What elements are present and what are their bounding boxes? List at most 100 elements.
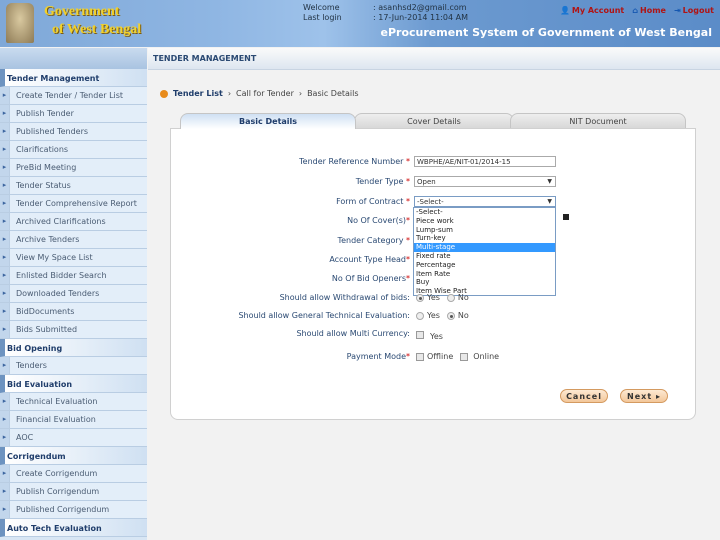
sidebar-item[interactable]: ▸ BidDocuments (0, 303, 147, 321)
multi-currency-checkbox[interactable] (416, 331, 424, 339)
cancel-button[interactable]: Cancel (560, 389, 608, 403)
yes-label: Yes (430, 332, 443, 341)
yes-label: Yes (427, 311, 440, 320)
state-emblem-logo (6, 3, 34, 43)
withdrawal-yes-radio[interactable] (416, 293, 424, 302)
tender-ref-input[interactable]: WBPHE/AE/NIT-01/2014-15 (414, 156, 556, 167)
sidebar-item[interactable]: ▸ Tenders (0, 357, 147, 375)
withdrawal-no-radio[interactable] (446, 293, 455, 302)
my-account-label: My Account (571, 6, 625, 15)
tab-nit-document[interactable]: NIT Document (510, 113, 686, 129)
sidebar-item[interactable]: ▸ Bids Submitted (0, 321, 147, 339)
bullet-icon: ▸ (0, 411, 9, 428)
bullet-icon: ▸ (0, 213, 9, 230)
sidebar-item[interactable]: ▸ Published Corrigendum (0, 501, 147, 519)
bullet-icon: ▸ (0, 195, 9, 212)
sidebar-section-header[interactable]: Bid Evaluation (0, 375, 147, 393)
dropdown-option[interactable]: -Select- (414, 208, 555, 217)
sidebar-item[interactable]: ▸ Archive Tenders (0, 231, 147, 249)
dropdown-option[interactable]: Percentage (414, 261, 555, 270)
bullet-icon: ▸ (0, 87, 9, 104)
breadcrumb-call-for-tender[interactable]: Call for Tender (236, 89, 294, 98)
sidebar-item-label: Downloaded Tenders (9, 285, 147, 302)
sidebar-item[interactable]: ▸ Published Tenders (0, 123, 147, 141)
dropdown-option[interactable]: Fixed rate (414, 252, 555, 261)
calendar-icon[interactable] (563, 214, 569, 220)
dropdown-option[interactable]: Item Rate (414, 270, 555, 279)
logout-icon: ⇥ (673, 6, 681, 15)
account-label: Account Type Head* (329, 255, 410, 264)
dropdown-option[interactable]: Buy (414, 278, 555, 287)
sidebar-item-label: Publish Corrigendum (9, 483, 147, 500)
sidebar-section-header[interactable]: Corrigendum (0, 447, 147, 465)
sidebar-item[interactable]: ▸ Publish Tender (0, 105, 147, 123)
separator-icon: › (227, 89, 232, 98)
dropdown-option[interactable]: Turn-key (414, 234, 555, 243)
sidebar-item[interactable]: ▸ Clarifications (0, 141, 147, 159)
sidebar-item[interactable]: ▸ Archived Clarifications (0, 213, 147, 231)
dropdown-option[interactable]: Piece work (414, 217, 555, 226)
sidebar-section-header[interactable]: Tender Management (0, 69, 147, 87)
sidebar-top (0, 48, 147, 69)
offline-checkbox[interactable] (416, 352, 424, 361)
offline-label: Offline (427, 352, 454, 361)
tab-cover-details[interactable]: Cover Details (354, 113, 514, 129)
bullet-icon: ▸ (0, 429, 9, 446)
logout-link[interactable]: ⇥ Logout (674, 6, 714, 15)
sidebar-section-header[interactable]: Bid Opening (0, 339, 147, 357)
bullet-icon: ▸ (0, 483, 9, 500)
sidebar-item-label: Tenders (9, 357, 147, 374)
form-of-contract-select[interactable]: -Select- (414, 196, 556, 207)
breadcrumb-basic-details: Basic Details (307, 89, 359, 98)
sidebar-item-label: Technical Evaluation (9, 393, 147, 410)
gte-yes-radio[interactable] (416, 311, 424, 320)
logout-label: Logout (682, 6, 714, 15)
user-icon: 👤 (559, 6, 570, 15)
sidebar-item[interactable]: ▸ Financial Evaluation (0, 411, 147, 429)
online-checkbox[interactable] (460, 352, 469, 361)
no-label: No (457, 311, 469, 320)
sidebar-item-label: Create Corrigendum (9, 465, 147, 482)
sidebar-item-label: AOC (9, 429, 147, 446)
sidebar-section-header[interactable]: Auto Tech Evaluation (0, 519, 147, 537)
my-account-link[interactable]: 👤 My Account (560, 6, 624, 15)
home-icon: ⌂ (632, 6, 638, 15)
gte-label: Should allow General Technical Evaluatio… (238, 311, 410, 320)
logo-line1: Government (44, 4, 120, 19)
dropdown-option[interactable]: Lump-sum (414, 226, 555, 235)
welcome-value: : asanhsd2@gmail.com (373, 3, 467, 12)
system-name: eProcurement System of Government of Wes… (380, 26, 712, 39)
online-label: Online (473, 352, 500, 361)
no-label: No (457, 293, 469, 302)
tab-basic-details[interactable]: Basic Details (180, 113, 356, 129)
sidebar-item[interactable]: ▸ View My Space List (0, 249, 147, 267)
breadcrumb: Tender List › Call for Tender › Basic Deta… (160, 89, 359, 98)
sidebar-item[interactable]: ▸ Publish Corrigendum (0, 483, 147, 501)
home-link[interactable]: ⌂ Home (632, 6, 666, 15)
sidebar-item[interactable]: ▸ Downloaded Tenders (0, 285, 147, 303)
form-of-contract-dropdown[interactable]: -Select- Piece work Lump-sum Turn-key Multi-… (413, 207, 556, 296)
logo-line2: of West Bengal (52, 22, 142, 37)
bullet-icon: ▸ (0, 357, 9, 374)
sidebar-item-label: Tender Comprehensive Report (9, 195, 147, 212)
sidebar-item[interactable]: ▸ Tender Status (0, 177, 147, 195)
sidebar-item[interactable]: ▸ Tender Comprehensive Report (0, 195, 147, 213)
sidebar-item-label: Publish Tender (9, 105, 147, 122)
next-button[interactable]: Next ▸ (620, 389, 668, 403)
bullet-icon: ▸ (0, 393, 9, 410)
sidebar-item[interactable]: ▸ Create Corrigendum (0, 465, 147, 483)
sidebar-item[interactable]: ▸ Create Tender / Tender List (0, 87, 147, 105)
sidebar-item[interactable]: ▸ AOC (0, 429, 147, 447)
gte-no-radio[interactable] (446, 311, 455, 320)
sidebar-item-label: Archived Clarifications (9, 213, 147, 230)
sidebar-item[interactable]: ▸ Technical Evaluation (0, 393, 147, 411)
tender-type-select[interactable]: Open (414, 176, 556, 187)
sidebar-item-label: Tender Status (9, 177, 147, 194)
sidebar-item[interactable]: ▸ PreBid Meeting (0, 159, 147, 177)
breadcrumb-icon (160, 89, 168, 98)
sidebar-item[interactable]: ▸ Enlisted Bidder Search (0, 267, 147, 285)
sidebar-item-label: Financial Evaluation (9, 411, 147, 428)
breadcrumb-tender-list[interactable]: Tender List (173, 89, 223, 98)
bullet-icon: ▸ (0, 465, 9, 482)
dropdown-option[interactable]: Multi-stage (414, 243, 555, 252)
